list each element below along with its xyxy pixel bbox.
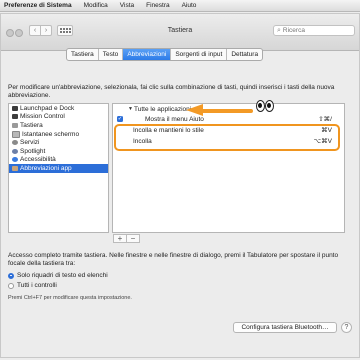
hint-text: Premi Ctrl+F7 per modificare questa impo… (8, 295, 132, 301)
tab-abbreviazioni[interactable]: Abbreviazioni (123, 49, 172, 60)
category-label: Servizi (20, 139, 40, 147)
category-label: Tastiera (20, 121, 43, 129)
category-label: Mission Control (20, 113, 65, 121)
shortcut-label: Mostra il menu Aiuto (145, 116, 204, 123)
list-buttons: + − (113, 234, 140, 243)
mission-control-icon (12, 114, 18, 120)
category-item-accessibilita[interactable]: Accessibilità (9, 156, 108, 165)
configure-bluetooth-keyboard-button[interactable]: Configura tastiera Bluetooth… (233, 322, 337, 333)
radio-text-and-lists[interactable]: Solo riquadri di testo ed elenchi (8, 272, 108, 279)
menu-item-vista[interactable]: Vista (120, 2, 134, 9)
shortcut-list[interactable]: ▼ Tutte le applicazioni ✓ Mostra il menu… (112, 103, 345, 233)
accessibility-icon (12, 157, 18, 163)
search-input[interactable] (282, 27, 343, 34)
menu-app-name[interactable]: Preferenze di Sistema (4, 2, 72, 9)
category-item-abbreviazioni-app[interactable]: Abbreviazioni app (9, 164, 108, 173)
radio-selected-icon[interactable] (8, 272, 14, 279)
keyboard-icon (12, 122, 18, 128)
annotation-arrow-icon (186, 104, 203, 116)
menu-item-modifica[interactable]: Modifica (84, 2, 108, 9)
category-item-mission-control[interactable]: Mission Control (9, 113, 108, 122)
help-button[interactable]: ? (341, 322, 352, 333)
category-item-launchpad[interactable]: Launchpad e Dock (9, 104, 108, 113)
menu-bar: Preferenze di Sistema Modifica Vista Fin… (0, 0, 360, 12)
gear-icon (12, 140, 18, 146)
add-button[interactable]: + (114, 235, 127, 243)
shortcut-group-label: Tutte le applicazioni (134, 106, 192, 113)
shortcut-key[interactable]: ⇧⌘/ (318, 115, 332, 124)
checkbox-checked-icon[interactable]: ✓ (117, 116, 123, 122)
category-label: Abbreviazioni app (20, 164, 72, 172)
tab-dettatura[interactable]: Dettatura (227, 49, 262, 60)
shortcut-description: Per modificare un'abbreviazione, selezio… (8, 84, 335, 99)
category-label: Launchpad e Dock (20, 104, 75, 112)
menu-item-finestra[interactable]: Finestra (146, 2, 169, 9)
tab-testo[interactable]: Testo (99, 49, 124, 60)
menu-item-aiuto[interactable]: Aiuto (182, 2, 197, 9)
category-list[interactable]: Launchpad e Dock Mission Control Tastier… (8, 103, 109, 233)
eye-right-icon (265, 100, 274, 112)
spotlight-icon (12, 148, 18, 154)
radio-label: Tutti i controlli (17, 282, 57, 289)
category-item-spotlight[interactable]: Spotlight (9, 147, 108, 156)
radio-all-controls[interactable]: Tutti i controlli (8, 282, 57, 289)
category-item-istantanee[interactable]: Istantanee schermo (9, 130, 108, 139)
eye-left-icon (256, 100, 265, 112)
radio-unselected-icon[interactable] (8, 282, 14, 289)
tab-bar: Tastiera Testo Abbreviazioni Sorgenti di… (66, 48, 264, 61)
category-item-tastiera[interactable]: Tastiera (9, 121, 108, 130)
search-icon: ⌕ (277, 26, 281, 34)
remove-button[interactable]: − (127, 235, 139, 243)
category-label: Accessibilità (20, 156, 56, 164)
launchpad-icon (12, 105, 18, 111)
disclosure-triangle-icon[interactable]: ▼ (128, 105, 133, 114)
category-item-servizi[interactable]: Servizi (9, 138, 108, 147)
annotation-arrow-shaft (201, 108, 253, 113)
tab-tastiera[interactable]: Tastiera (67, 49, 99, 60)
keyboard-access-description: Accesso completo tramite tastiera. Nelle… (8, 252, 339, 267)
radio-label: Solo riquadri di testo ed elenchi (17, 272, 108, 279)
app-shortcuts-icon (12, 165, 18, 171)
search-field[interactable]: ⌕ (273, 25, 355, 36)
annotation-highlight-box (114, 124, 340, 151)
title-bar: ‹ › Tastiera ⌕ (1, 14, 359, 51)
shortcut-row-help-menu[interactable]: ✓ Mostra il menu Aiuto ⇧⌘/ (113, 115, 344, 124)
screenshot-icon (12, 130, 20, 138)
tab-sorgenti-di-input[interactable]: Sorgenti di input (171, 49, 228, 60)
category-label: Spotlight (20, 147, 46, 155)
category-label: Istantanee schermo (22, 130, 80, 138)
